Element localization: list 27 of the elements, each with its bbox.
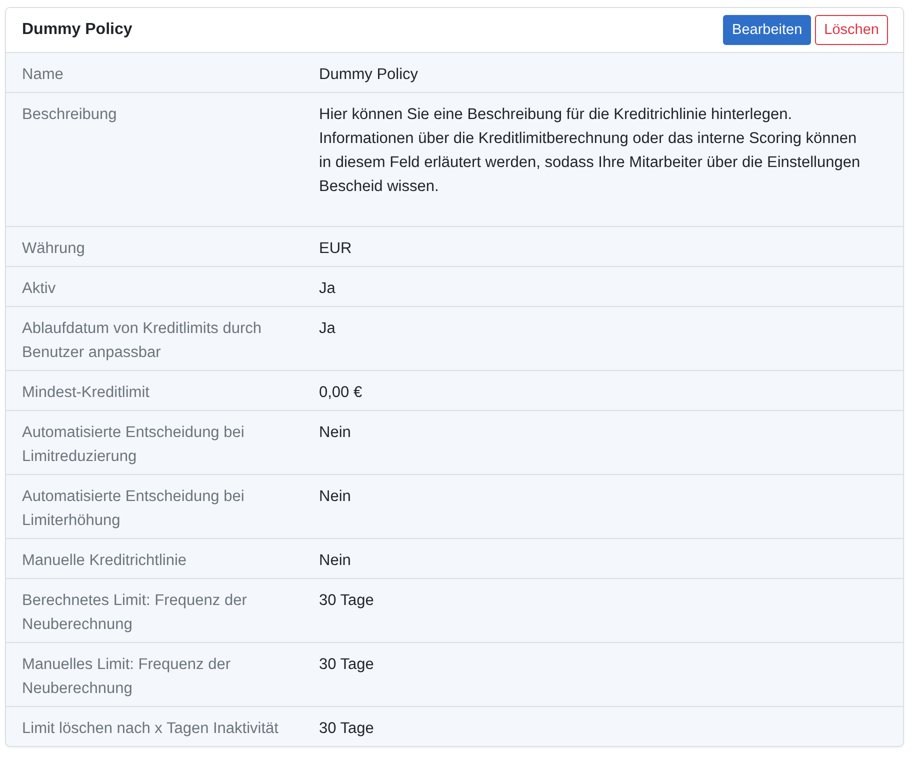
field-label: Automatisierte Entscheidung bei Limiterhöhung bbox=[22, 488, 244, 529]
field-label: Manuelles Limit: Frequenz der Neuberechnung bbox=[22, 656, 230, 697]
field-label: Automatisierte Entscheidung bei Limitreduzierung bbox=[22, 424, 244, 465]
field-value: EUR bbox=[319, 240, 352, 257]
field-label: Ablaufdatum von Kreditlimits durch Benutzer anpassbar bbox=[22, 320, 262, 361]
field-label: Währung bbox=[22, 240, 85, 257]
field-value: Nein bbox=[319, 552, 351, 569]
field-value: 30 Tage bbox=[319, 656, 374, 673]
field-label: Limit löschen nach x Tagen Inaktivität bbox=[22, 720, 278, 737]
field-value: Nein bbox=[319, 488, 351, 505]
action-button[interactable]: Löschen bbox=[815, 15, 888, 45]
field-label: Beschreibung bbox=[22, 106, 117, 123]
card-title: Dummy Policy bbox=[22, 21, 132, 39]
field-value: Hier können Sie eine Beschreibung für die Kreditrichlinie hinterlegen. Informationen über die Kreditlimitberechnung oder das interne Scoring können in diesem Feld erläutert werden, sodass Ihre Mitarbeiter über die Einstellungen Bescheid wissen. bbox=[319, 106, 860, 195]
field-value: Ja bbox=[319, 280, 336, 297]
field-label: Aktiv bbox=[22, 280, 56, 297]
action-button[interactable]: Bearbeiten bbox=[723, 15, 812, 45]
field-value: Dummy Policy bbox=[319, 66, 418, 83]
field-value: Nein bbox=[319, 424, 351, 441]
field-label: Name bbox=[22, 66, 64, 83]
field-value: 30 Tage bbox=[319, 720, 374, 737]
field-label: Mindest-Kreditlimit bbox=[22, 384, 150, 401]
field-value: 30 Tage bbox=[319, 592, 374, 609]
field-label: Berechnetes Limit: Frequenz der Neuberechnung bbox=[22, 592, 247, 633]
field-value: Ja bbox=[319, 320, 336, 337]
field-label: Manuelle Kreditrichtlinie bbox=[22, 552, 187, 569]
field-value: 0,00 € bbox=[319, 384, 362, 401]
